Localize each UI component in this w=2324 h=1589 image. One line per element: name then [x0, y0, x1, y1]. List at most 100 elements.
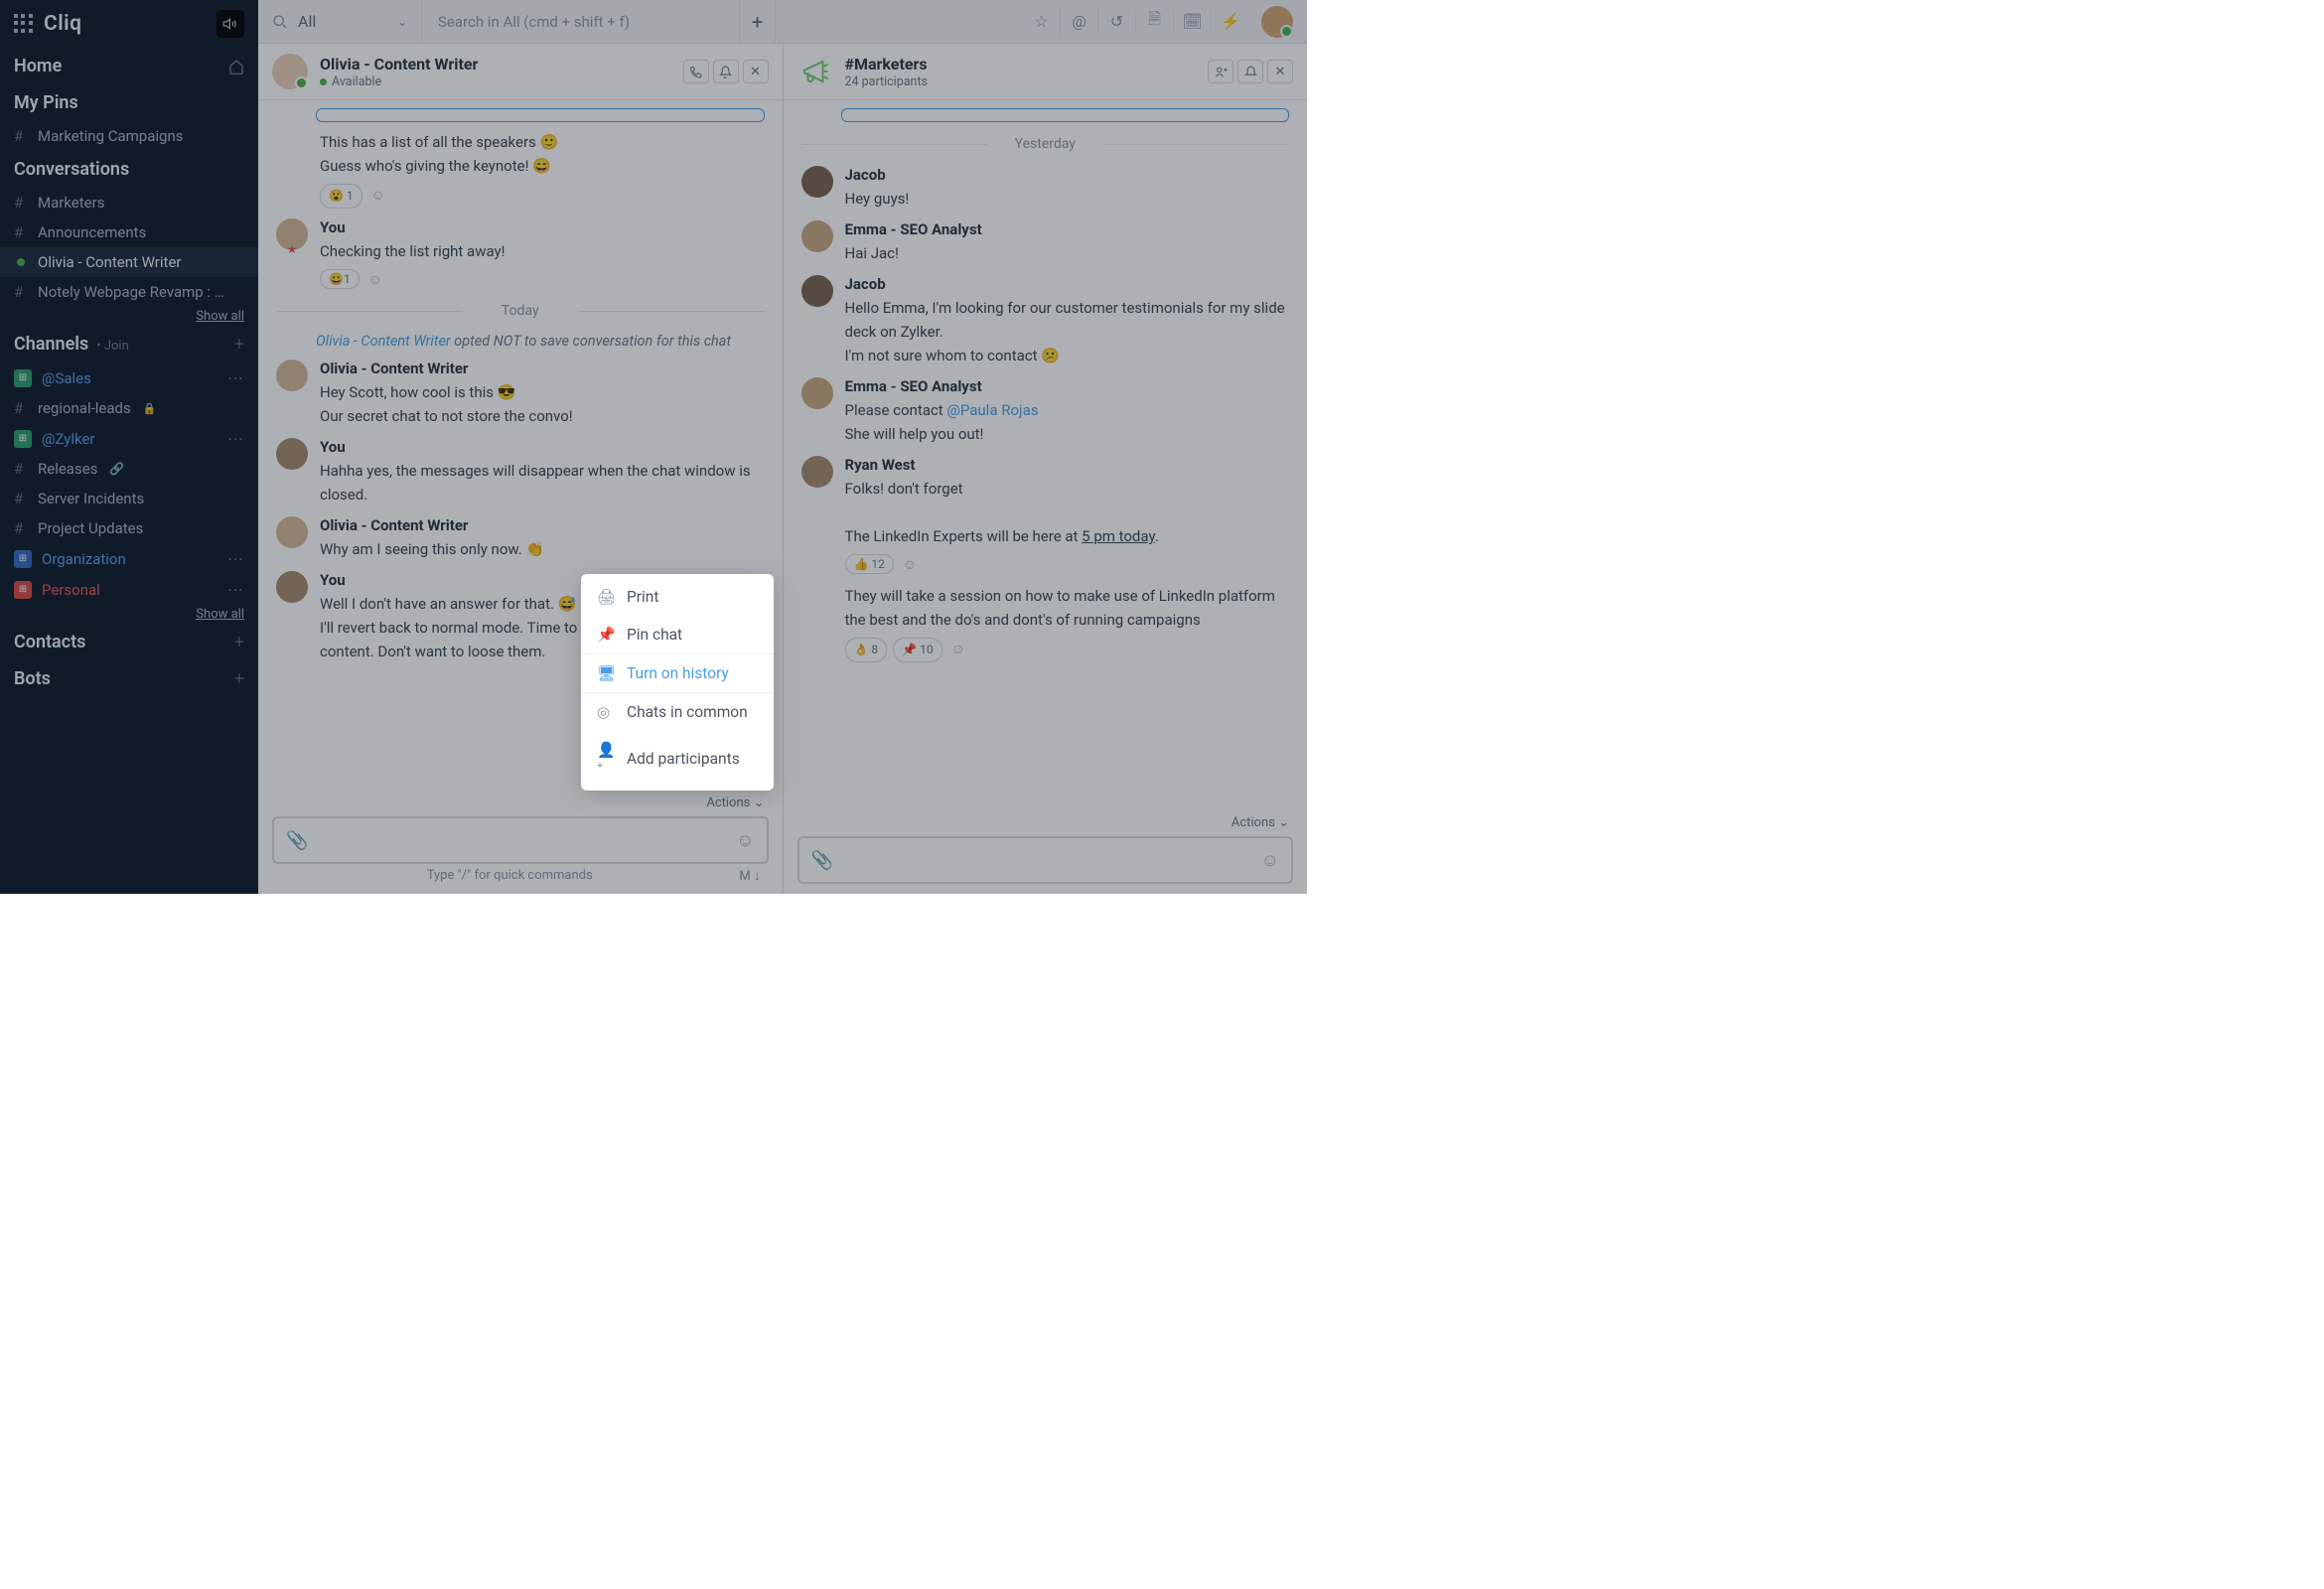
add-reaction[interactable]: ☺ [900, 554, 920, 574]
message-avatar[interactable] [276, 516, 308, 548]
channel-item[interactable]: ⊞@Zylker⋯ [0, 423, 258, 454]
message-text: Hey Scott, how cool is this 😎Our secret … [320, 380, 765, 428]
emoji-icon-right[interactable]: ☺ [1261, 850, 1279, 871]
message-text: Please contact @Paula Rojas She will hel… [845, 398, 1290, 446]
message-author: Jacob [845, 275, 1290, 293]
sound-button[interactable] [217, 10, 244, 38]
channel-item[interactable]: ⊞@Sales⋯ [0, 362, 258, 393]
message-author: Ryan West [845, 456, 1290, 474]
calendar-icon[interactable]: 🗓 [1186, 9, 1212, 35]
message-text: Checking the list right away! [320, 239, 765, 263]
history-icon[interactable]: ↺ [1110, 9, 1136, 35]
add-channel-icon[interactable]: + [234, 334, 244, 355]
star-icon[interactable]: ☆ [1035, 9, 1061, 35]
my-pins-label: My Pins [0, 84, 258, 121]
reaction-pill[interactable]: 😀1 [320, 269, 360, 289]
channel-item[interactable]: #regional-leads🔒 [0, 393, 258, 423]
ctx-pin-chat[interactable]: 📌Pin chat [581, 616, 774, 653]
message-avatar[interactable] [801, 220, 833, 252]
close-pane-right[interactable]: ✕ [1267, 60, 1293, 83]
conversations-show-all[interactable]: Show all [0, 307, 258, 326]
profile-avatar[interactable] [1261, 6, 1293, 38]
ctx-chats-in-common[interactable]: ◎Chats in common [581, 693, 774, 731]
channel-item[interactable]: #Project Updates [0, 513, 258, 543]
message-avatar[interactable] [276, 571, 308, 603]
mentions-icon[interactable]: @ [1073, 9, 1098, 35]
conversation-item[interactable]: #Marketers [0, 188, 258, 217]
channel-item[interactable]: ⊞Organization⋯ [0, 543, 258, 574]
message: Emma - SEO Analyst Please contact @Paula … [801, 377, 1290, 446]
call-button[interactable] [683, 60, 709, 83]
conversation-item[interactable]: #Notely Webpage Revamp : … [0, 277, 258, 307]
add-people-button[interactable] [1208, 60, 1234, 83]
chat-body-right[interactable]: YesterdayJacobHey guys!Emma - SEO Analys… [784, 100, 1308, 811]
channel-item[interactable]: #Server Incidents [0, 484, 258, 513]
message-avatar[interactable] [801, 275, 833, 307]
plug-icon[interactable]: ⚡ [1224, 9, 1249, 35]
message-author: You [320, 438, 765, 456]
attachment-preview[interactable] [841, 108, 1290, 122]
message-avatar[interactable] [801, 456, 833, 488]
apps-grid-icon[interactable] [14, 14, 34, 34]
reaction-pill[interactable]: 📌 10 [893, 638, 942, 662]
message: ★YouChecking the list right away!😀1☺ [276, 218, 765, 289]
conversation-item[interactable]: Olivia - Content Writer [0, 247, 258, 277]
conversation-item[interactable]: #Announcements [0, 217, 258, 247]
message: Olivia - Content WriterHey Scott, how co… [276, 360, 765, 428]
message-avatar[interactable] [276, 438, 308, 470]
channels-show-all[interactable]: Show all [0, 605, 258, 624]
message: Ryan WestFolks! don't forget The LinkedI… [801, 456, 1290, 574]
compose-input-left[interactable]: 📎 ☺ [272, 816, 769, 864]
reaction-pill[interactable]: 😮 1 [320, 184, 363, 209]
bell-button-right[interactable] [1237, 60, 1263, 83]
attach-icon[interactable]: 📎 [286, 830, 308, 851]
channel-title: #Marketers [845, 55, 1197, 73]
message-avatar[interactable] [276, 360, 308, 391]
add-reaction[interactable]: ☺ [948, 641, 968, 660]
actions-dropdown-right[interactable]: Actions ⌄ [784, 811, 1308, 830]
new-chat-button[interactable]: + [740, 0, 776, 43]
reaction-pill[interactable]: 👍 12 [845, 554, 894, 574]
context-menu: 🖨Print📌Pin chat🖥Turn on history◎Chats in… [581, 574, 774, 791]
actions-dropdown-left[interactable]: Actions ⌄ [258, 792, 783, 810]
channel-item[interactable]: ⊞Personal⋯ [0, 574, 258, 605]
header-avatar[interactable] [272, 54, 308, 89]
global-search-input[interactable]: Search in All (cmd + shift + f) [422, 0, 740, 43]
ctx-turn-on-history[interactable]: 🖥Turn on history [581, 653, 774, 693]
add-reaction[interactable]: ☺ [365, 269, 385, 289]
channels-label: Channels• Join + [0, 326, 258, 362]
date-divider: Yesterday [801, 136, 1290, 152]
message-avatar[interactable] [801, 166, 833, 198]
add-reaction[interactable]: ☺ [368, 187, 388, 207]
message: JacobHello Emma, I'm looking for our cus… [801, 275, 1290, 367]
message-text: Hai Jac! [845, 241, 1290, 265]
pin-item[interactable]: #Marketing Campaigns [0, 121, 258, 151]
close-pane-button[interactable]: ✕ [743, 60, 769, 83]
files-icon[interactable]: 🗎 [1148, 9, 1174, 35]
search-scope[interactable]: All ⌄ [258, 0, 422, 43]
home-nav[interactable]: Home [0, 48, 258, 84]
message-author: Emma - SEO Analyst [845, 377, 1290, 395]
compose-input-right[interactable]: 📎 ☺ [798, 836, 1294, 884]
conversations-label: Conversations [0, 151, 258, 188]
attachment-preview[interactable] [316, 108, 765, 122]
message-avatar[interactable]: ★ [276, 218, 308, 250]
date-divider: Today [276, 303, 765, 319]
bell-button[interactable] [713, 60, 739, 83]
reaction-pill[interactable]: 👌 8 [845, 638, 888, 662]
contacts-nav[interactable]: Contacts + [0, 624, 258, 660]
message-text: They will take a session on how to make … [845, 584, 1290, 662]
ctx-add-participants[interactable]: 👤⁺Add participants [581, 731, 774, 787]
sidebar-header: Cliq [0, 0, 258, 48]
attach-icon-right[interactable]: 📎 [811, 850, 833, 871]
channel-item[interactable]: #Releases🔗 [0, 454, 258, 484]
emoji-icon[interactable]: ☺ [736, 830, 754, 851]
message-avatar[interactable] [801, 377, 833, 409]
chat-header-right: #Marketers 24 participants ✕ [784, 44, 1308, 100]
bots-nav[interactable]: Bots + [0, 660, 258, 697]
add-contact-icon[interactable]: + [234, 632, 244, 652]
add-bot-icon[interactable]: + [234, 668, 244, 689]
compose-mode: M ↓ [739, 868, 760, 884]
message-author: Emma - SEO Analyst [845, 220, 1290, 238]
ctx-print[interactable]: 🖨Print [581, 578, 774, 616]
